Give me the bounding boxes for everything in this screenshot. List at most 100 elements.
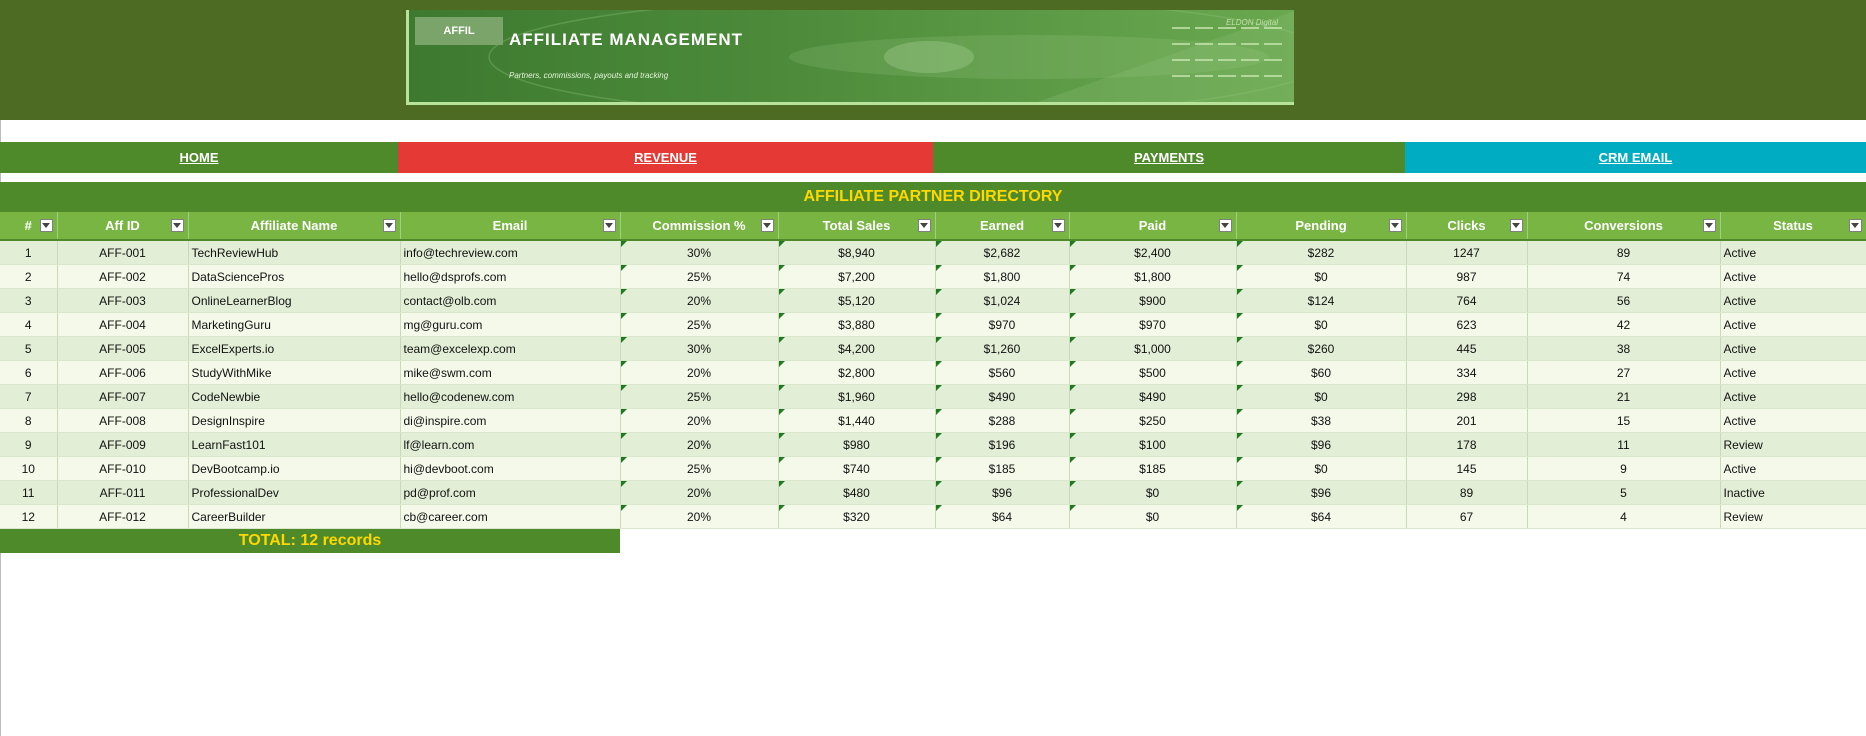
cell-email[interactable]: team@excelexp.com [400, 336, 621, 361]
cell-paid[interactable]: $1,000 [1069, 336, 1237, 361]
cell-conversions[interactable]: 5 [1527, 480, 1721, 505]
cell-commission[interactable]: 20% [620, 504, 779, 529]
cell-total-sales[interactable]: $980 [778, 432, 936, 457]
cell-total-sales[interactable]: $8,940 [778, 240, 936, 265]
cell-email[interactable]: di@inspire.com [400, 408, 621, 433]
cell-paid[interactable]: $2,400 [1069, 240, 1237, 265]
cell-conversions[interactable]: 74 [1527, 264, 1721, 289]
cell-earned[interactable]: $1,800 [935, 264, 1070, 289]
cell-affiliate-name[interactable]: MarketingGuru [188, 312, 401, 337]
filter-dropdown-icon[interactable] [1509, 219, 1523, 232]
cell-paid[interactable]: $250 [1069, 408, 1237, 433]
cell-number[interactable]: 10 [0, 456, 58, 481]
cell-aff-id[interactable]: AFF-001 [57, 240, 189, 265]
cell-earned[interactable]: $1,024 [935, 288, 1070, 313]
cell-paid[interactable]: $970 [1069, 312, 1237, 337]
cell-status[interactable]: Active [1720, 384, 1866, 409]
cell-clicks[interactable]: 445 [1406, 336, 1528, 361]
cell-affiliate-name[interactable]: OnlineLearnerBlog [188, 288, 401, 313]
cell-total-sales[interactable]: $7,200 [778, 264, 936, 289]
cell-conversions[interactable]: 56 [1527, 288, 1721, 313]
filter-dropdown-icon[interactable] [1388, 219, 1402, 232]
cell-aff-id[interactable]: AFF-003 [57, 288, 189, 313]
cell-affiliate-name[interactable]: CodeNewbie [188, 384, 401, 409]
cell-commission[interactable]: 25% [620, 312, 779, 337]
cell-number[interactable]: 1 [0, 240, 58, 265]
cell-conversions[interactable]: 42 [1527, 312, 1721, 337]
cell-aff-id[interactable]: AFF-008 [57, 408, 189, 433]
cell-clicks[interactable]: 764 [1406, 288, 1528, 313]
cell-commission[interactable]: 20% [620, 432, 779, 457]
cell-paid[interactable]: $490 [1069, 384, 1237, 409]
cell-aff-id[interactable]: AFF-005 [57, 336, 189, 361]
filter-dropdown-icon[interactable] [1702, 219, 1716, 232]
cell-number[interactable]: 7 [0, 384, 58, 409]
nav-link-revenue[interactable]: REVENUE [634, 150, 697, 165]
cell-clicks[interactable]: 298 [1406, 384, 1528, 409]
cell-paid[interactable]: $1,800 [1069, 264, 1237, 289]
cell-commission[interactable]: 20% [620, 408, 779, 433]
cell-total-sales[interactable]: $2,800 [778, 360, 936, 385]
cell-pending[interactable]: $124 [1236, 288, 1407, 313]
cell-status[interactable]: Inactive [1720, 480, 1866, 505]
cell-aff-id[interactable]: AFF-006 [57, 360, 189, 385]
cell-total-sales[interactable]: $320 [778, 504, 936, 529]
cell-commission[interactable]: 20% [620, 288, 779, 313]
cell-clicks[interactable]: 1247 [1406, 240, 1528, 265]
cell-affiliate-name[interactable]: DataSciencePros [188, 264, 401, 289]
cell-total-sales[interactable]: $4,200 [778, 336, 936, 361]
cell-email[interactable]: hi@devboot.com [400, 456, 621, 481]
cell-affiliate-name[interactable]: DesignInspire [188, 408, 401, 433]
cell-conversions[interactable]: 21 [1527, 384, 1721, 409]
cell-email[interactable]: lf@learn.com [400, 432, 621, 457]
cell-earned[interactable]: $1,260 [935, 336, 1070, 361]
cell-earned[interactable]: $288 [935, 408, 1070, 433]
filter-dropdown-icon[interactable] [917, 219, 931, 232]
cell-status[interactable]: Active [1720, 264, 1866, 289]
cell-affiliate-name[interactable]: LearnFast101 [188, 432, 401, 457]
filter-dropdown-icon[interactable] [39, 219, 53, 232]
cell-aff-id[interactable]: AFF-002 [57, 264, 189, 289]
cell-status[interactable]: Active [1720, 288, 1866, 313]
cell-status[interactable]: Active [1720, 336, 1866, 361]
cell-pending[interactable]: $260 [1236, 336, 1407, 361]
cell-paid[interactable]: $500 [1069, 360, 1237, 385]
nav-link-payments[interactable]: PAYMENTS [1134, 150, 1204, 165]
cell-commission[interactable]: 20% [620, 480, 779, 505]
cell-paid[interactable]: $0 [1069, 480, 1237, 505]
cell-clicks[interactable]: 623 [1406, 312, 1528, 337]
cell-number[interactable]: 5 [0, 336, 58, 361]
cell-conversions[interactable]: 11 [1527, 432, 1721, 457]
cell-clicks[interactable]: 201 [1406, 408, 1528, 433]
cell-total-sales[interactable]: $480 [778, 480, 936, 505]
cell-affiliate-name[interactable]: StudyWithMike [188, 360, 401, 385]
cell-aff-id[interactable]: AFF-012 [57, 504, 189, 529]
cell-email[interactable]: mike@swm.com [400, 360, 621, 385]
cell-status[interactable]: Active [1720, 408, 1866, 433]
cell-clicks[interactable]: 987 [1406, 264, 1528, 289]
cell-earned[interactable]: $96 [935, 480, 1070, 505]
cell-status[interactable]: Active [1720, 240, 1866, 265]
cell-status[interactable]: Review [1720, 432, 1866, 457]
cell-commission[interactable]: 25% [620, 456, 779, 481]
cell-pending[interactable]: $0 [1236, 264, 1407, 289]
cell-email[interactable]: hello@codenew.com [400, 384, 621, 409]
cell-paid[interactable]: $100 [1069, 432, 1237, 457]
cell-earned[interactable]: $2,682 [935, 240, 1070, 265]
cell-conversions[interactable]: 27 [1527, 360, 1721, 385]
cell-total-sales[interactable]: $1,440 [778, 408, 936, 433]
cell-pending[interactable]: $0 [1236, 312, 1407, 337]
cell-status[interactable]: Active [1720, 312, 1866, 337]
cell-pending[interactable]: $96 [1236, 432, 1407, 457]
cell-pending[interactable]: $0 [1236, 384, 1407, 409]
cell-conversions[interactable]: 9 [1527, 456, 1721, 481]
cell-paid[interactable]: $900 [1069, 288, 1237, 313]
cell-clicks[interactable]: 145 [1406, 456, 1528, 481]
cell-affiliate-name[interactable]: CareerBuilder [188, 504, 401, 529]
filter-dropdown-icon[interactable] [760, 219, 774, 232]
cell-earned[interactable]: $64 [935, 504, 1070, 529]
cell-earned[interactable]: $970 [935, 312, 1070, 337]
cell-pending[interactable]: $60 [1236, 360, 1407, 385]
cell-earned[interactable]: $490 [935, 384, 1070, 409]
cell-clicks[interactable]: 334 [1406, 360, 1528, 385]
